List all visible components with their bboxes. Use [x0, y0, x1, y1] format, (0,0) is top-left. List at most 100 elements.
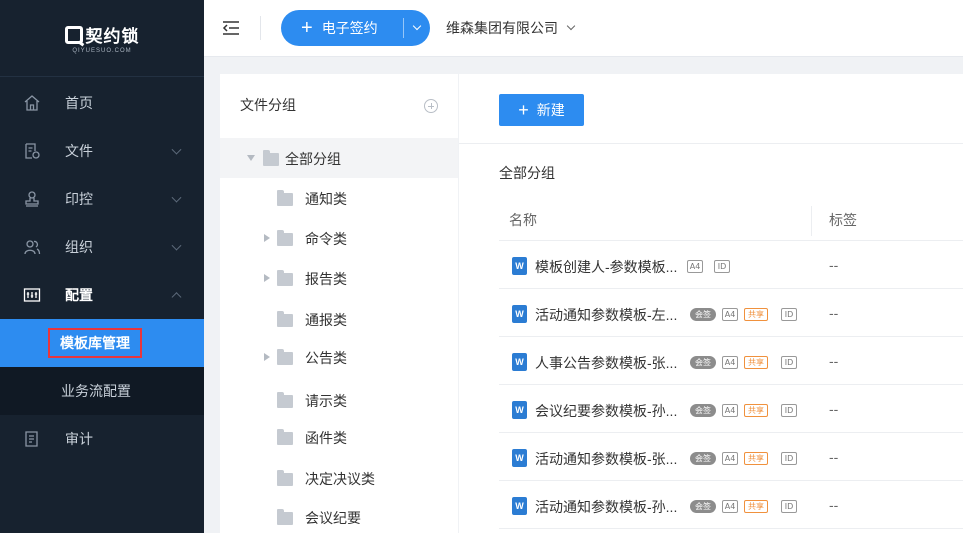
template-tag: -- [829, 401, 839, 417]
audit-icon [22, 429, 42, 449]
folder-icon [277, 270, 293, 286]
word-file-icon: W [512, 401, 527, 419]
sidebar-item-audit[interactable]: 审计 [0, 415, 204, 463]
word-file-icon: W [512, 449, 527, 467]
tree-node[interactable]: 请示类 [220, 380, 458, 420]
esign-button[interactable]: + 电子签约 [281, 10, 403, 46]
tree-node[interactable]: 通报类 [220, 299, 458, 339]
sidebar-item-label: 配置 [65, 287, 93, 303]
sidebar-subitem-template-library[interactable]: 模板库管理 [0, 319, 204, 367]
template-name[interactable]: 会议纪要参数模板-孙... [535, 401, 677, 421]
topbar: + 电子签约 维森集团有限公司 [204, 0, 963, 57]
a4-badge: A4 [722, 356, 738, 369]
tree-node-label: 通报类 [305, 312, 347, 328]
template-name[interactable]: 活动通知参数模板-孙... [535, 497, 677, 517]
tree-node[interactable]: 公告类 [220, 337, 458, 377]
tree-node-label: 全部分组 [285, 151, 341, 167]
tree-node-label: 公告类 [305, 350, 347, 366]
group-panel: 文件分组 全部分组 通知类 命令类 报告类 通报类 公告类 请示类 函件类 决定… [220, 74, 458, 533]
folder-icon [277, 349, 293, 365]
id-badge: ID [781, 356, 797, 369]
a4-badge: A4 [687, 260, 703, 273]
folder-icon [277, 509, 293, 525]
file-icon [22, 141, 42, 161]
main-content: + 新建 全部分组 名称 标签 W 模板创建人-参数模板... A4 ID --… [459, 74, 963, 533]
caret-right-icon[interactable] [264, 353, 270, 361]
logo[interactable]: 契约锁 QIYUESUO.COM [64, 22, 140, 54]
sidebar-subitem-label: 模板库管理 [60, 335, 130, 351]
caret-right-icon[interactable] [264, 234, 270, 242]
sidebar-item-file[interactable]: 文件 [0, 127, 204, 175]
folder-icon [277, 470, 293, 486]
sidebar-item-label: 审计 [65, 431, 93, 447]
chevron-up-icon [171, 292, 182, 303]
add-group-icon[interactable] [424, 99, 438, 113]
esign-label: 电子签约 [321, 20, 378, 36]
table-row[interactable]: W 人事公告参数模板-张... 会签 A4 共享 ID -- [499, 337, 963, 385]
share-badge: 共享 [744, 356, 768, 369]
logo-area: 契约锁 QIYUESUO.COM [0, 0, 204, 77]
countersign-badge: 会签 [690, 404, 716, 417]
sidebar: 契约锁 QIYUESUO.COM 首页 文件 印控 组织 配置 模板库管理 业务… [0, 0, 204, 533]
share-badge: 共享 [744, 500, 768, 513]
group-panel-header: 文件分组 [220, 74, 458, 136]
tree-node[interactable]: 会议纪要 [220, 497, 458, 533]
sidebar-item-org[interactable]: 组织 [0, 223, 204, 271]
template-name[interactable]: 活动通知参数模板-张... [535, 449, 677, 469]
word-file-icon: W [512, 353, 527, 371]
caret-right-icon[interactable] [264, 274, 270, 282]
sidebar-item-home[interactable]: 首页 [0, 79, 204, 127]
table-row[interactable]: W 活动通知参数模板-左... 会签 A4 共享 ID -- [499, 289, 963, 337]
tree-node-label: 命令类 [305, 231, 347, 247]
sidebar-item-label: 印控 [65, 191, 93, 207]
tree-node[interactable]: 函件类 [220, 417, 458, 457]
tree-node-label: 函件类 [305, 430, 347, 446]
column-divider [811, 206, 812, 236]
folder-icon [277, 429, 293, 445]
table-row[interactable]: W 活动通知参数模板-张... 会签 A4 共享 ID -- [499, 433, 963, 481]
id-badge: ID [781, 452, 797, 465]
section-title: 全部分组 [499, 165, 555, 181]
sidebar-item-seal[interactable]: 印控 [0, 175, 204, 223]
template-name[interactable]: 模板创建人-参数模板... [535, 257, 677, 277]
tree-node[interactable]: 决定决议类 [220, 458, 458, 498]
template-tag: -- [829, 257, 839, 273]
tree-node-label: 报告类 [305, 271, 347, 287]
group-panel-title: 文件分组 [240, 97, 296, 113]
caret-down-icon[interactable] [247, 155, 255, 161]
sidebar-item-config[interactable]: 配置 [0, 271, 204, 319]
esign-split-button: + 电子签约 [281, 10, 430, 46]
menu-fold-icon[interactable] [222, 19, 240, 37]
share-badge: 共享 [744, 404, 768, 417]
company-name: 维森集团有限公司 [446, 20, 558, 36]
chevron-down-icon [412, 21, 422, 31]
countersign-badge: 会签 [690, 308, 716, 321]
column-header-name: 名称 [509, 212, 537, 228]
tree-node[interactable]: 通知类 [220, 178, 458, 218]
chevron-down-icon [171, 240, 182, 251]
logo-q-icon [64, 25, 83, 44]
new-template-button[interactable]: + 新建 [499, 94, 584, 126]
tree-node-all[interactable]: 全部分组 [220, 138, 458, 178]
template-tag: -- [829, 353, 839, 369]
table-row[interactable]: W 模板创建人-参数模板... A4 ID -- [499, 241, 963, 289]
template-name[interactable]: 活动通知参数模板-左... [535, 305, 677, 325]
countersign-badge: 会签 [690, 452, 716, 465]
share-badge: 共享 [744, 452, 768, 465]
template-name[interactable]: 人事公告参数模板-张... [535, 353, 677, 373]
divider [459, 143, 963, 144]
column-header-tag: 标签 [829, 212, 857, 228]
template-tag: -- [829, 305, 839, 321]
folder-icon [277, 190, 293, 206]
table-row[interactable]: W 会议纪要参数模板-孙... 会签 A4 共享 ID -- [499, 385, 963, 433]
tree-node-label: 会议纪要 [305, 510, 361, 526]
esign-dropdown-button[interactable] [404, 10, 430, 46]
sidebar-item-label: 首页 [65, 95, 93, 111]
tree-node[interactable]: 报告类 [220, 258, 458, 298]
company-selector[interactable]: 维森集团有限公司 [446, 18, 576, 38]
row-divider [499, 528, 963, 529]
sidebar-subitem-workflow-config[interactable]: 业务流配置 [0, 367, 204, 415]
tree-node[interactable]: 命令类 [220, 218, 458, 258]
table-row[interactable]: W 活动通知参数模板-孙... 会签 A4 共享 ID -- [499, 481, 963, 529]
folder-icon [277, 230, 293, 246]
